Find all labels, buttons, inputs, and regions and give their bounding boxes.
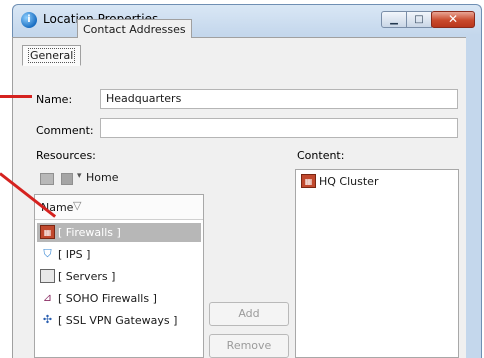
app-icon: i xyxy=(21,12,37,28)
callout-line-name xyxy=(0,95,32,98)
list-item[interactable]: ⊿ [ SOHO Firewalls ] xyxy=(37,289,201,308)
remove-button[interactable]: Remove xyxy=(209,334,289,358)
comment-label: Comment: xyxy=(36,124,94,137)
firewall-icon: ▦ xyxy=(40,225,55,239)
resources-label: Resources: xyxy=(36,149,96,162)
resources-list[interactable]: Name ▽ ▦ [ Firewalls ] ⛉ [ IPS ] [ Serve… xyxy=(34,194,204,358)
content-list[interactable]: ▦ HQ Cluster xyxy=(295,169,459,358)
chevron-down-icon[interactable]: ▾ xyxy=(77,171,82,181)
name-column-header[interactable]: Name ▽ xyxy=(35,195,203,220)
close-button[interactable]: ✕ xyxy=(431,11,475,28)
list-item[interactable]: ▦ [ Firewalls ] xyxy=(37,223,201,242)
list-item[interactable]: [ Servers ] xyxy=(37,267,201,286)
list-item-label: [ Firewalls ] xyxy=(58,226,121,239)
tab-contact-addresses-label: Contact Addresses xyxy=(83,23,186,36)
list-item-label: [ IPS ] xyxy=(58,248,91,261)
close-icon: ✕ xyxy=(447,12,459,26)
list-item-label: [ SSL VPN Gateways ] xyxy=(58,314,178,327)
maximize-icon: □ xyxy=(414,14,424,25)
list-item[interactable]: ✣ [ SSL VPN Gateways ] xyxy=(37,311,201,330)
list-item-label: [ SOHO Firewalls ] xyxy=(58,292,157,305)
tab-contact-addresses[interactable]: Contact Addresses xyxy=(77,19,192,38)
view-menu-icon[interactable] xyxy=(61,173,73,185)
firewall-cluster-icon: ▦ xyxy=(301,174,316,188)
breadcrumb-home[interactable]: Home xyxy=(86,171,118,184)
name-label: Name: xyxy=(36,93,73,106)
list-item-label: HQ Cluster xyxy=(319,175,379,188)
minimize-button[interactable]: ▁ xyxy=(381,11,407,28)
comment-field[interactable] xyxy=(100,118,458,138)
name-field[interactable]: Headquarters xyxy=(100,89,458,109)
server-icon xyxy=(40,269,55,283)
content-label: Content: xyxy=(297,149,345,162)
ips-icon: ⛉ xyxy=(43,247,52,260)
filter-icon[interactable]: ▽ xyxy=(73,199,81,212)
soho-firewall-icon: ⊿ xyxy=(42,291,53,304)
tab-general-label: General xyxy=(28,48,76,63)
ssl-vpn-icon: ✣ xyxy=(42,313,53,326)
list-item-label: [ Servers ] xyxy=(58,270,116,283)
list-item[interactable]: ⛉ [ IPS ] xyxy=(37,245,201,264)
tab-general[interactable]: General xyxy=(22,45,82,66)
maximize-button[interactable]: □ xyxy=(406,11,432,28)
minimize-icon: ▁ xyxy=(390,14,398,25)
up-folder-icon[interactable] xyxy=(40,173,54,185)
list-item[interactable]: ▦ HQ Cluster xyxy=(298,172,462,191)
add-button[interactable]: Add xyxy=(209,302,289,326)
